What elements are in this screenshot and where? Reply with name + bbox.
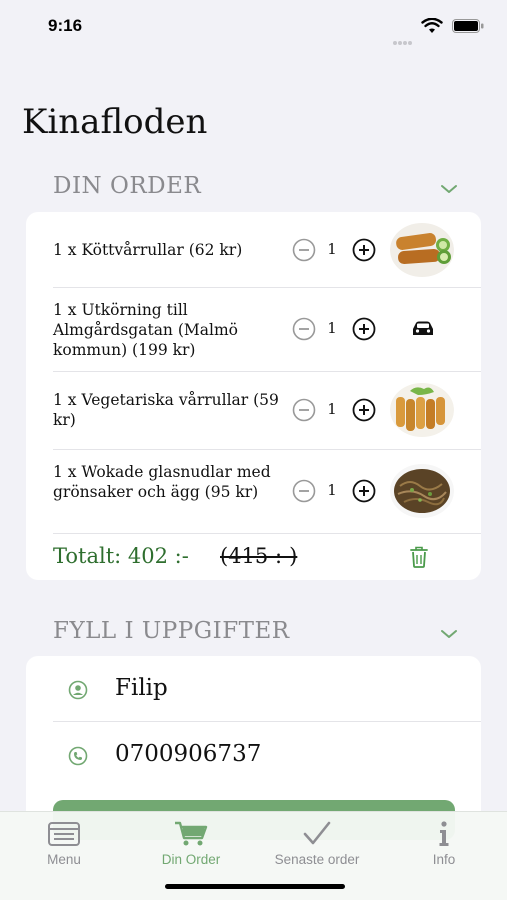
plus-button[interactable] [352,317,376,341]
order-total-original: (415 :-) [220,544,298,568]
tab-senaste-order[interactable]: Senaste order [262,820,372,867]
plus-button[interactable] [352,479,376,503]
phone-field[interactable]: 0700906737 [115,741,261,767]
details-section-header: FYLL I UPPGIFTER [53,618,290,644]
plus-button[interactable] [352,398,376,422]
order-total: Totalt: 402 :- [53,544,189,568]
order-item-row: 1 x Utkörning till Almgårdsgatan (Malmö … [26,288,481,372]
tab-din-order[interactable]: Din Order [136,820,246,867]
phone-icon [68,746,88,766]
status-time: 9:16 [48,16,83,35]
tab-label: Senaste order [274,852,360,867]
details-card: Filip 0700906737 [26,656,481,840]
car-icon [413,321,433,335]
signal-dots-icon [393,30,415,45]
quantity-stepper: 1 [292,317,378,341]
tab-label: Din Order [161,852,221,867]
chevron-down-icon[interactable] [440,183,458,195]
quantity-value: 1 [327,240,337,258]
info-icon [439,821,449,846]
order-total-row: Totalt: 402 :- (415 :-) [26,534,481,580]
order-item-text: 1 x Köttvårrullar (62 kr) [53,241,243,259]
order-item-text: 1 x Wokade glasnudlar med grönsaker och … [53,463,271,501]
quantity-stepper: 1 [292,398,378,422]
spring-rolls-meat-image [390,223,454,277]
home-indicator [165,884,345,889]
order-item-text: 1 x Vegetariska vårrullar (59 kr) [53,391,279,429]
quantity-stepper: 1 [292,238,378,262]
order-section-header: DIN ORDER [53,173,202,199]
order-card: 1 x Köttvårrullar (62 kr) 1 1 x Utkörnin… [26,212,481,580]
trash-icon[interactable] [408,545,430,569]
glass-noodles-image [390,464,454,518]
order-item-row: 1 x Köttvårrullar (62 kr) 1 [26,212,481,288]
chevron-down-icon[interactable] [440,628,458,640]
person-icon [68,680,88,700]
status-bar: 9:16 [0,0,507,54]
minus-button[interactable] [292,317,316,341]
name-field-row[interactable]: Filip [26,656,481,722]
name-field[interactable]: Filip [115,675,168,701]
minus-button[interactable] [292,479,316,503]
page-title: Kinafloden [22,102,208,142]
minus-button[interactable] [292,398,316,422]
order-item-row: 1 x Wokade glasnudlar med grönsaker och … [26,450,481,534]
cart-icon [175,821,208,846]
tab-menu[interactable]: Menu [9,820,119,867]
spring-rolls-veg-image [390,383,454,437]
tab-label: Info [432,852,456,867]
order-item-row: 1 x Vegetariska vårrullar (59 kr) 1 [26,372,481,450]
order-item-text: 1 x Utkörning till Almgårdsgatan (Malmö … [53,301,238,359]
plus-button[interactable] [352,238,376,262]
quantity-value: 1 [327,319,337,337]
menu-card-icon [48,822,80,846]
phone-field-row[interactable]: 0700906737 [26,722,481,788]
wifi-icon [421,18,443,33]
quantity-stepper: 1 [292,479,378,503]
quantity-value: 1 [327,400,337,418]
minus-button[interactable] [292,238,316,262]
quantity-value: 1 [327,481,337,499]
tab-label: Menu [47,852,81,867]
tab-info[interactable]: Info [389,820,499,867]
checkmark-icon [303,821,331,845]
battery-icon [452,19,484,33]
